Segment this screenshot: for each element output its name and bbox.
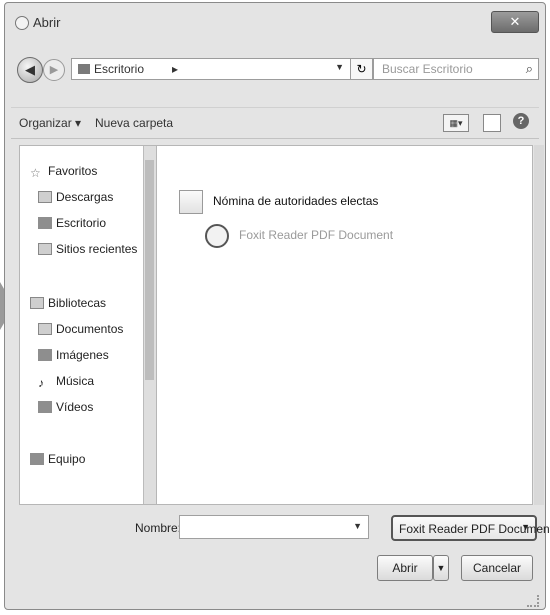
chevron-down-icon[interactable]: ▼ — [521, 522, 530, 532]
chevron-down-icon[interactable]: ▼ — [353, 521, 362, 531]
file-type: Foxit Reader PDF Document — [239, 228, 394, 243]
open-options-button[interactable]: ▼ — [433, 555, 449, 581]
organize-button[interactable]: Organizar ▾ — [19, 116, 81, 130]
filename-input[interactable] — [180, 516, 344, 538]
sidebar-item-favoritos[interactable]: ☆ Favoritos — [30, 164, 97, 180]
star-icon: ☆ — [30, 166, 41, 180]
sidebar-item-imagenes[interactable]: Imágenes — [38, 348, 109, 362]
foxit-reader-icon — [205, 224, 229, 248]
sidebar-item-musica[interactable]: ♪ Música — [38, 374, 94, 390]
window-title: Abrir — [33, 15, 61, 30]
desktop-icon — [38, 217, 52, 229]
filename-label: Nombre: — [135, 521, 182, 535]
sidebar-item-videos[interactable]: Vídeos — [38, 400, 93, 414]
open-button[interactable]: Abrir — [377, 555, 433, 581]
chevron-down-icon[interactable]: ▼ — [335, 62, 344, 72]
cancel-button[interactable]: Cancelar — [461, 555, 533, 581]
title-bar: Abrir ✕ — [11, 11, 539, 37]
dialog-footer: Nombre: ▼ Foxit Reader PDF Document ▼ Ab… — [5, 503, 550, 613]
sidebar-item-equipo[interactable]: Equipo — [30, 452, 85, 466]
close-button[interactable]: ✕ — [491, 11, 539, 33]
sidebar-item-descargas[interactable]: Descargas — [38, 190, 113, 204]
filetype-select[interactable]: Foxit Reader PDF Document ▼ — [391, 515, 550, 541]
refresh-button[interactable]: ↻ — [351, 58, 373, 80]
new-folder-button[interactable]: Nueva carpeta — [95, 116, 173, 130]
documents-icon — [38, 323, 52, 335]
search-input[interactable]: Buscar Escritorio — [382, 62, 473, 76]
computer-icon — [30, 453, 44, 465]
file-name: Nómina de autoridades electas — [213, 194, 379, 209]
library-icon — [30, 297, 44, 309]
list-item[interactable]: Nómina de autoridades electas — [179, 190, 378, 214]
app-icon — [15, 16, 29, 30]
sidebar-item-escritorio[interactable]: Escritorio — [38, 216, 106, 230]
scrollbar-thumb[interactable] — [145, 160, 154, 380]
navigation-bar: ◀ ▶ Escritorio ▸ ▼ ↻ Buscar Escritorio ⌕ — [11, 55, 539, 85]
download-folder-icon — [38, 191, 52, 203]
desktop-folder-icon — [78, 64, 90, 74]
open-file-dialog: Abrir ✕ ◀ ▶ Escritorio ▸ ▼ ↻ Buscar Escr… — [4, 2, 550, 613]
address-path[interactable]: Escritorio — [94, 62, 144, 76]
pictures-icon — [38, 349, 52, 361]
command-bar: Organizar ▾ Nueva carpeta ▦▾ ? — [11, 107, 539, 139]
recent-places-icon — [38, 243, 52, 255]
address-separator[interactable]: ▸ — [172, 62, 178, 76]
music-icon: ♪ — [38, 376, 44, 390]
forward-button[interactable]: ▶ — [43, 59, 65, 81]
sidebar-item-sitios-recientes[interactable]: Sitios recientes — [38, 242, 137, 256]
address-bar[interactable]: Escritorio ▸ ▼ — [71, 58, 351, 80]
views-icon[interactable]: ▦▾ — [443, 114, 469, 132]
navigation-scrollbar[interactable] — [143, 146, 156, 504]
sidebar-item-documentos[interactable]: Documentos — [38, 322, 123, 336]
sidebar-item-bibliotecas[interactable]: Bibliotecas — [30, 296, 106, 310]
search-icon[interactable]: ⌕ — [526, 61, 533, 77]
pdf-file-icon — [179, 190, 203, 214]
videos-icon — [38, 401, 52, 413]
filename-field[interactable]: ▼ — [179, 515, 369, 539]
navigation-pane: ☆ Favoritos Descargas Escritorio Sitios r… — [19, 145, 157, 505]
preview-pane-icon[interactable] — [483, 114, 501, 132]
file-type-row: Foxit Reader PDF Document — [205, 224, 393, 248]
file-list: Nómina de autoridades electas Foxit Read… — [157, 145, 533, 505]
resize-grip[interactable] — [527, 595, 539, 607]
help-icon[interactable]: ? — [513, 113, 529, 129]
window-scrollbar[interactable] — [534, 145, 544, 505]
back-button[interactable]: ◀ — [17, 57, 43, 83]
search-box[interactable]: Buscar Escritorio ⌕ — [373, 58, 539, 80]
